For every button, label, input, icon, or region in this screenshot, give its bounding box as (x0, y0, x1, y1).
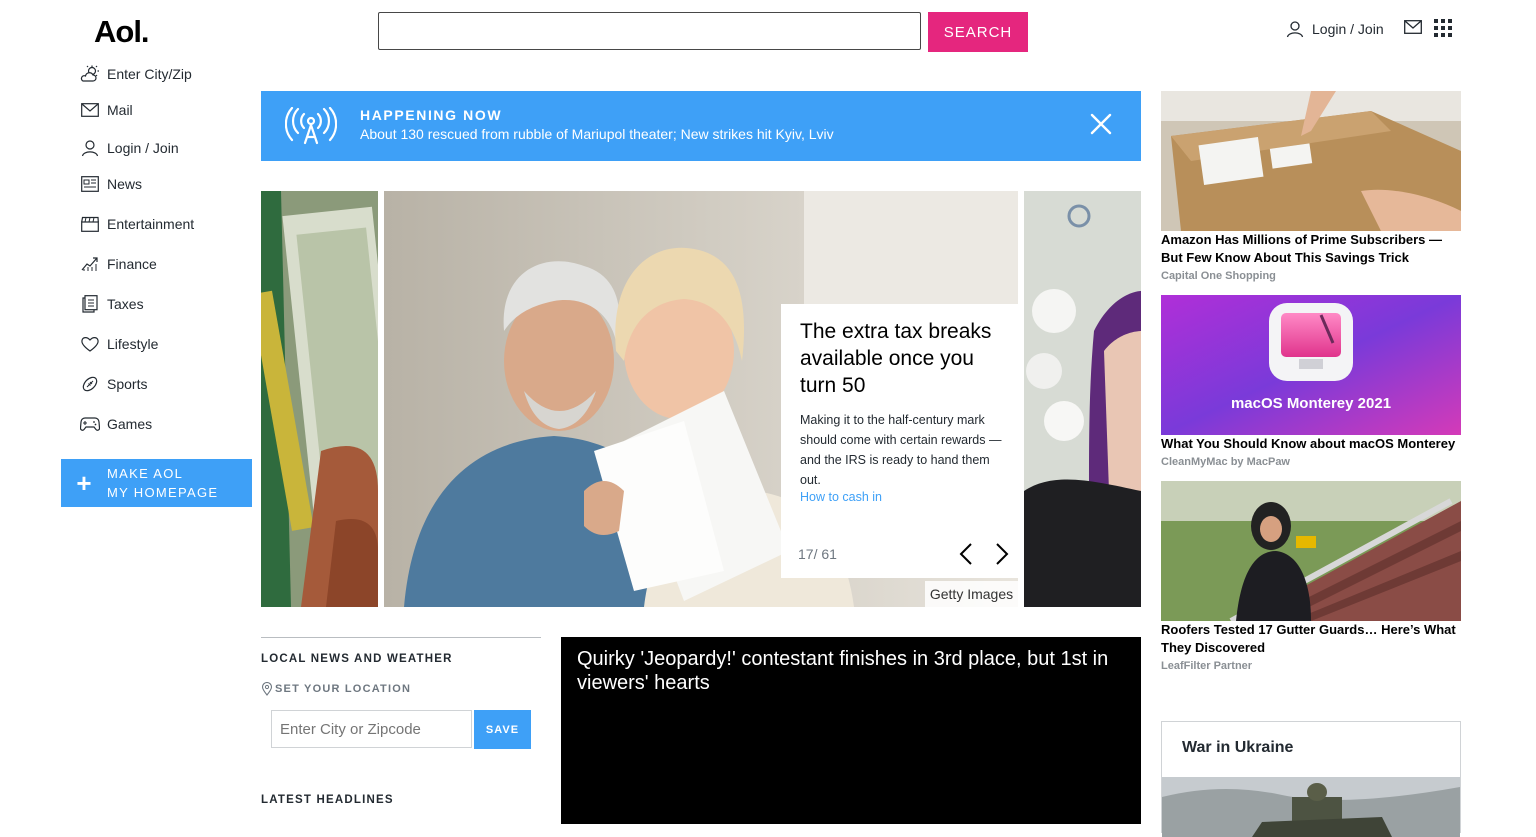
carousel-headline[interactable]: The extra tax breaks available once you … (800, 318, 1010, 399)
heart-icon (80, 334, 100, 354)
ad-image-macos[interactable]: macOS Monterey 2021 (1161, 295, 1461, 435)
header-mail-icon[interactable] (1404, 20, 1422, 39)
header-login-link[interactable]: Login / Join (1286, 18, 1384, 40)
carousel-read-link[interactable]: How to cash in (800, 490, 882, 504)
sidebar-item-label: Entertainment (107, 216, 195, 232)
sidebar-item-label: Mail (107, 102, 133, 118)
ad-source: LeafFilter Partner (1161, 660, 1253, 672)
apps-grid-icon[interactable] (1434, 19, 1452, 42)
carousel-summary: Making it to the half-century mark shoul… (800, 413, 1002, 487)
ad-image-roofers[interactable] (1161, 481, 1461, 621)
banner-title: HAPPENING NOW (360, 107, 503, 123)
ad-image-caption: macOS Monterey 2021 (1230, 395, 1392, 412)
search-button[interactable]: SEARCH (928, 12, 1028, 52)
clapperboard-icon (80, 214, 100, 234)
newspaper-icon (80, 174, 100, 194)
sidebar-item-sports[interactable]: Sports (80, 372, 147, 396)
sidebar-item-mail[interactable]: Mail (80, 98, 133, 122)
carousel-prev-slide[interactable] (261, 191, 378, 607)
sidebar-item-games[interactable]: Games (80, 412, 152, 436)
sidebar-item-entertainment[interactable]: Entertainment (80, 212, 194, 236)
image-credit: Getty Images (925, 581, 1018, 607)
plus-icon: + (76, 468, 92, 498)
ad-source: Capital One Shopping (1161, 270, 1276, 282)
sidebar-item-label: Taxes (107, 296, 144, 312)
carousel-next-slide[interactable] (1024, 191, 1141, 607)
ad-title[interactable]: What You Should Know about macOS Montere… (1161, 435, 1461, 453)
sidebar-item-label: Sports (107, 376, 148, 392)
ad-title[interactable]: Roofers Tested 17 Gutter Guards… Here’s … (1161, 621, 1461, 657)
sidebar-item-news[interactable]: News (80, 172, 142, 196)
chevron-right-icon[interactable] (991, 542, 1011, 571)
close-icon[interactable] (1089, 112, 1113, 141)
zip-input[interactable] (271, 710, 472, 748)
make-homepage-button[interactable]: + MAKE AOL MY HOMEPAGE (61, 459, 252, 507)
make-homepage-label: MAKE AOL MY HOMEPAGE (107, 466, 219, 500)
aol-logo[interactable]: Aol. (94, 14, 150, 50)
happening-now-banner[interactable]: HAPPENING NOW About 130 rescued from rub… (261, 91, 1141, 161)
sidebar-item-taxes[interactable]: Taxes (80, 292, 144, 316)
section-divider (261, 637, 541, 638)
sidebar-item-login[interactable]: Login / Join (80, 136, 179, 160)
weather-icon (80, 64, 100, 84)
video-title[interactable]: Quirky 'Jeopardy!' contestant finishes i… (577, 647, 1127, 695)
sidebar-item-label: News (107, 176, 143, 192)
ad-image-amazon[interactable] (1161, 91, 1461, 231)
set-location-link[interactable]: SET YOUR LOCATION (261, 682, 411, 696)
sidebar-item-label: Enter City/Zip (107, 66, 192, 82)
ad-title[interactable]: Amazon Has Millions of Prime Subscribers… (1161, 231, 1461, 267)
sidebar-item-label: Login / Join (107, 140, 179, 156)
sidebar-item-lifestyle[interactable]: Lifestyle (80, 332, 158, 356)
location-pin-icon (261, 682, 273, 696)
latest-headlines-title: LATEST HEADLINES (261, 794, 394, 806)
mail-icon (80, 100, 100, 120)
sidebar-item-label: Lifestyle (107, 336, 159, 352)
user-icon (80, 138, 100, 158)
chevron-left-icon[interactable] (957, 542, 977, 571)
broadcast-icon (284, 106, 338, 150)
ukraine-module: War in Ukraine (1161, 721, 1461, 837)
chart-icon (80, 254, 100, 274)
ukraine-image[interactable] (1162, 777, 1460, 837)
ukraine-title[interactable]: War in Ukraine (1182, 739, 1293, 757)
set-location-label: SET YOUR LOCATION (275, 683, 412, 695)
banner-headline-link[interactable]: About 130 rescued from rubble of Mariupo… (360, 126, 834, 142)
sidebar-item-label: Finance (107, 256, 157, 272)
user-icon (1286, 21, 1304, 38)
sidebar-item-label: Games (107, 416, 153, 432)
sidebar-item-weather[interactable]: Enter City/Zip (80, 62, 192, 86)
sidebar-item-finance[interactable]: Finance (80, 252, 157, 276)
video-player[interactable]: Quirky 'Jeopardy!' contestant finishes i… (561, 637, 1141, 824)
ad-source: CleanMyMac by MacPaw (1161, 456, 1290, 468)
search-input[interactable] (378, 12, 921, 50)
carousel-counter: 17/ 61 (798, 546, 837, 562)
gamepad-icon (80, 414, 100, 434)
carousel-caption-card: The extra tax breaks available once you … (781, 304, 1023, 578)
document-icon (80, 294, 100, 314)
football-icon (80, 374, 100, 394)
save-location-button[interactable]: SAVE (474, 710, 531, 749)
local-news-title: LOCAL NEWS AND WEATHER (261, 653, 453, 665)
header-login-label: Login / Join (1312, 21, 1384, 37)
